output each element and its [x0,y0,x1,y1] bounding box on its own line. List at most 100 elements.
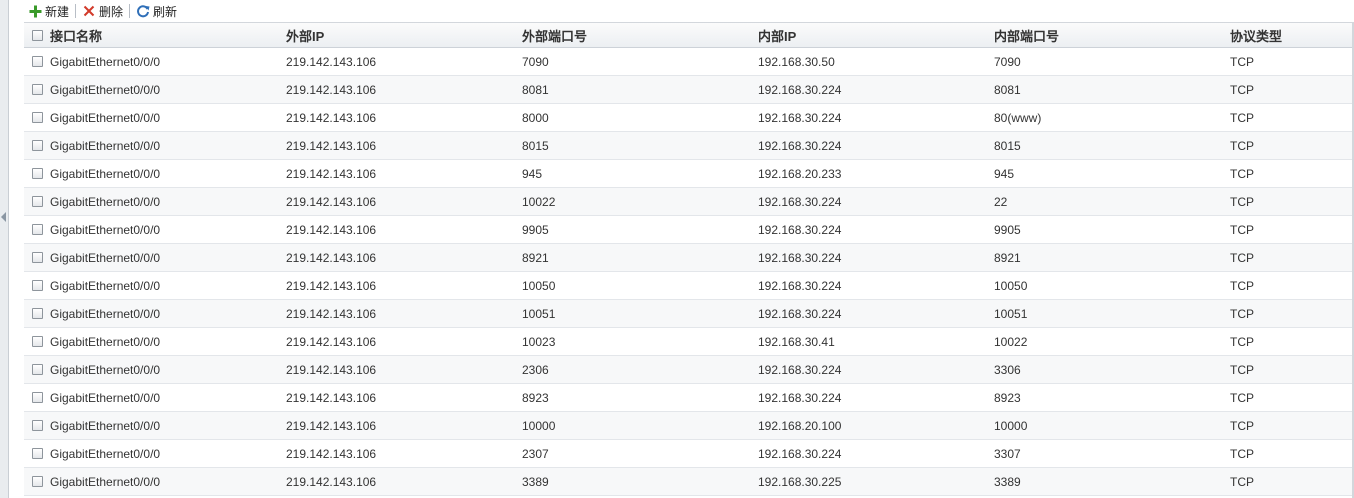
internal-ip-cell: 192.168.30.224 [758,194,842,209]
col-header-protocol[interactable]: 协议类型 [1230,26,1354,45]
table-row[interactable]: GigabitEthernet0/0/0 219.142.143.106 9905 1… [24,216,1354,244]
table-row[interactable]: GigabitEthernet0/0/0 219.142.143.106 8000 1… [24,104,1354,132]
table-row[interactable]: GigabitEthernet0/0/0 219.142.143.106 10051… [24,300,1354,328]
table-row[interactable]: GigabitEthernet0/0/0 219.142.143.106 3389 1… [24,468,1354,496]
new-button[interactable]: 新建 [24,1,73,21]
interface-name-cell: GigabitEthernet0/0/0 [50,334,161,349]
nat-server-panel: 新建 删除 刷新 接口名称 外部IP 外部端口号 内部IP 内部端口号 协议类型… [0,0,1354,498]
internal-port-cell: 80(www) [994,110,1042,125]
external-port-cell: 10023 [522,334,556,349]
external-port-cell: 945 [522,166,543,181]
table-row[interactable]: GigabitEthernet0/0/0 219.142.143.106 10022… [24,188,1354,216]
row-checkbox[interactable] [31,364,43,375]
internal-ip-cell: 192.168.30.224 [758,390,842,405]
row-select-cell [24,168,50,179]
external-port-cell: 10000 [522,418,556,433]
internal-port-cell: 10022 [994,334,1028,349]
row-checkbox[interactable] [31,252,43,263]
external-port-cell: 2307 [522,446,549,461]
row-select-cell [24,112,50,123]
col-header-external-port[interactable]: 外部端口号 [522,26,758,45]
row-checkbox[interactable] [31,392,43,403]
table-row[interactable]: GigabitEthernet0/0/0 219.142.143.106 8015 1… [24,132,1354,160]
delete-button[interactable]: 删除 [78,1,127,21]
protocol-cell: TCP [1230,446,1254,461]
table-row[interactable]: GigabitEthernet0/0/0 219.142.143.106 10000… [24,412,1354,440]
col-header-external-ip[interactable]: 外部IP [286,26,522,45]
external-port-cell: 8921 [522,250,549,265]
internal-ip-cell: 192.168.30.41 [758,334,835,349]
row-checkbox[interactable] [31,168,43,179]
row-checkbox[interactable] [31,448,43,459]
select-all-checkbox[interactable] [31,29,43,41]
interface-name-cell: GigabitEthernet0/0/0 [50,54,161,69]
row-checkbox[interactable] [31,280,43,291]
protocol-cell: TCP [1230,54,1254,69]
interface-name-cell: GigabitEthernet0/0/0 [50,222,161,237]
internal-port-cell: 22 [994,194,1008,209]
toolbar: 新建 删除 刷新 [24,0,1354,22]
internal-ip-cell: 192.168.20.233 [758,166,842,181]
row-select-cell [24,336,50,347]
port-mapping-table: 接口名称 外部IP 外部端口号 内部IP 内部端口号 协议类型 GigabitE… [24,22,1354,496]
external-ip-cell: 219.142.143.106 [286,166,377,181]
table-row[interactable]: GigabitEthernet0/0/0 219.142.143.106 8923 1… [24,384,1354,412]
external-port-cell: 8000 [522,110,549,125]
external-port-cell: 8923 [522,390,549,405]
col-header-interface-name[interactable]: 接口名称 [50,26,286,45]
external-ip-cell: 219.142.143.106 [286,82,377,97]
table-row[interactable]: GigabitEthernet0/0/0 219.142.143.106 2307 1… [24,440,1354,468]
delete-x-icon [82,4,96,18]
row-checkbox[interactable] [31,476,43,487]
row-checkbox[interactable] [31,224,43,235]
interface-name-cell: GigabitEthernet0/0/0 [50,194,161,209]
row-select-cell [24,364,50,375]
row-select-cell [24,196,50,207]
col-header-internal-port[interactable]: 内部端口号 [994,26,1230,45]
internal-port-cell: 8081 [994,82,1021,97]
internal-ip-cell: 192.168.30.224 [758,222,842,237]
internal-port-cell: 8015 [994,138,1021,153]
col-header-internal-ip[interactable]: 内部IP [758,26,994,45]
external-port-cell: 10022 [522,194,556,209]
row-checkbox[interactable] [31,196,43,207]
table-row[interactable]: GigabitEthernet0/0/0 219.142.143.106 8921 1… [24,244,1354,272]
collapse-splitter[interactable] [0,0,9,498]
internal-port-cell: 3306 [994,362,1021,377]
row-checkbox[interactable] [31,420,43,431]
internal-ip-cell: 192.168.30.224 [758,278,842,293]
internal-ip-cell: 192.168.30.50 [758,54,835,69]
interface-name-cell: GigabitEthernet0/0/0 [50,390,161,405]
internal-port-cell: 8923 [994,390,1021,405]
table-header: 接口名称 外部IP 外部端口号 内部IP 内部端口号 协议类型 [24,23,1354,48]
row-checkbox[interactable] [31,336,43,347]
protocol-cell: TCP [1230,362,1254,377]
external-ip-cell: 219.142.143.106 [286,138,377,153]
table-row[interactable]: GigabitEthernet0/0/0 219.142.143.106 7090 1… [24,48,1354,76]
refresh-icon [136,4,150,18]
table-row[interactable]: GigabitEthernet0/0/0 219.142.143.106 8081 1… [24,76,1354,104]
internal-ip-cell: 192.168.30.224 [758,362,842,377]
interface-name-cell: GigabitEthernet0/0/0 [50,278,161,293]
row-select-cell [24,252,50,263]
table-row[interactable]: GigabitEthernet0/0/0 219.142.143.106 945 19… [24,160,1354,188]
internal-port-cell: 9905 [994,222,1021,237]
row-checkbox[interactable] [31,140,43,151]
row-checkbox[interactable] [31,308,43,319]
row-select-cell [24,56,50,67]
collapse-arrow-icon[interactable] [1,212,6,222]
row-checkbox[interactable] [31,56,43,67]
interface-name-cell: GigabitEthernet0/0/0 [50,418,161,433]
external-port-cell: 3389 [522,474,549,489]
table-body: GigabitEthernet0/0/0 219.142.143.106 7090 1… [24,48,1354,496]
row-select-cell [24,84,50,95]
external-port-cell: 8015 [522,138,549,153]
row-checkbox[interactable] [31,84,43,95]
table-row[interactable]: GigabitEthernet0/0/0 219.142.143.106 10050… [24,272,1354,300]
external-ip-cell: 219.142.143.106 [286,446,377,461]
row-checkbox[interactable] [31,112,43,123]
table-row[interactable]: GigabitEthernet0/0/0 219.142.143.106 2306 1… [24,356,1354,384]
refresh-button[interactable]: 刷新 [132,1,181,21]
delete-label: 删除 [99,4,124,19]
table-row[interactable]: GigabitEthernet0/0/0 219.142.143.106 10023… [24,328,1354,356]
